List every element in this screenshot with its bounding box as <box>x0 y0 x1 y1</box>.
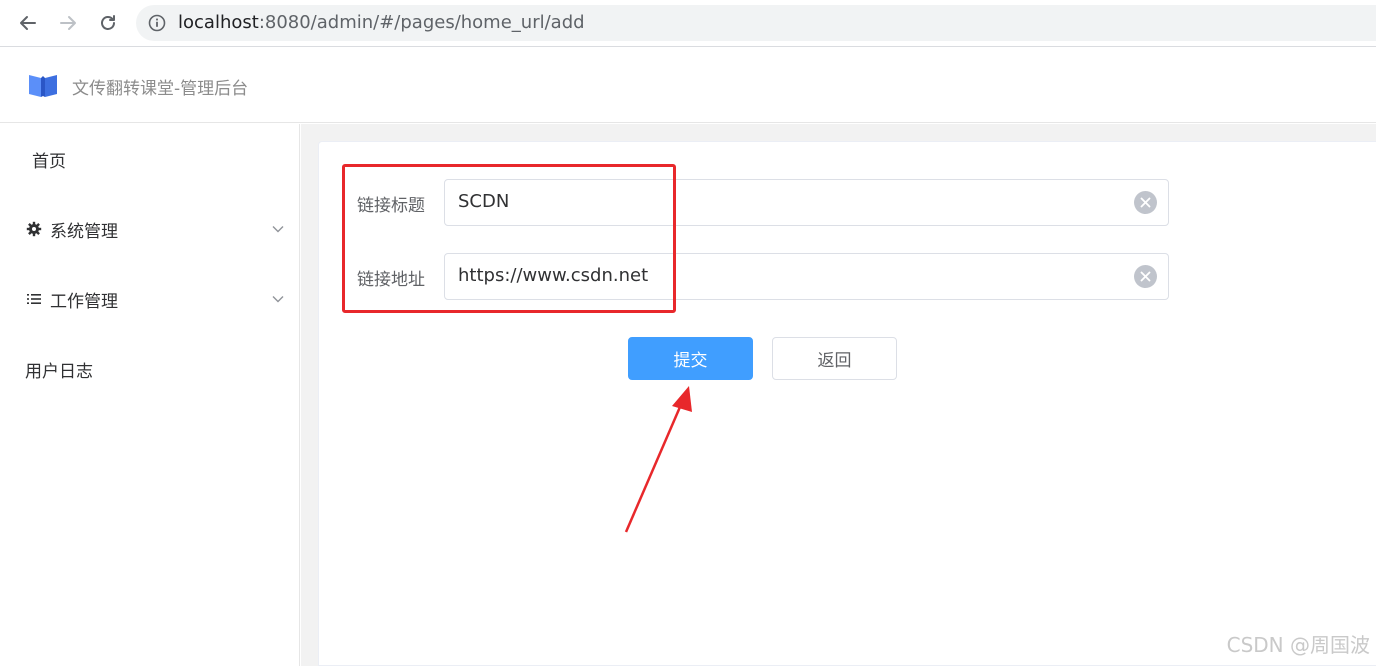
back-button[interactable]: 返回 <box>772 337 897 380</box>
info-icon[interactable] <box>148 14 166 32</box>
forward-arrow-icon[interactable] <box>53 8 83 38</box>
sidebar-item-label: 工作管理 <box>50 291 118 312</box>
url-host: localhost <box>178 12 259 33</box>
reload-icon[interactable] <box>93 8 123 38</box>
clear-icon[interactable] <box>1134 265 1157 288</box>
back-arrow-icon[interactable] <box>13 8 43 38</box>
chevron-down-icon <box>272 296 284 303</box>
gear-icon <box>26 221 42 237</box>
sidebar-item-user-log[interactable]: 用户日志 <box>0 341 299 397</box>
sidebar-item-label: 系统管理 <box>50 221 118 242</box>
watermark: CSDN @周国波 <box>1226 633 1370 657</box>
browser-toolbar: localhost:8080/admin/#/pages/home_url/ad… <box>0 0 1376 47</box>
sidebar-item-system[interactable]: 系统管理 <box>0 201 299 257</box>
sidebar-item-work[interactable]: 工作管理 <box>0 271 299 327</box>
app-header: 文传翻转课堂-管理后台 <box>0 48 1376 123</box>
sidebar-item-label: 首页 <box>32 151 66 172</box>
sidebar: 首页 系统管理 工作管理 用户日志 <box>0 124 300 666</box>
sidebar-item-label: 用户日志 <box>25 361 93 382</box>
annotation-highlight-box <box>342 164 676 313</box>
submit-button[interactable]: 提交 <box>628 337 753 380</box>
url-text: localhost:8080/admin/#/pages/home_url/ad… <box>178 12 585 34</box>
clear-icon[interactable] <box>1134 191 1157 214</box>
app-title: 文传翻转课堂-管理后台 <box>72 79 249 99</box>
url-path: :8080/admin/#/pages/home_url/add <box>258 12 585 33</box>
list-icon <box>26 291 42 307</box>
sidebar-item-home[interactable]: 首页 <box>0 131 299 187</box>
chevron-down-icon <box>272 226 284 233</box>
address-bar[interactable]: localhost:8080/admin/#/pages/home_url/ad… <box>136 5 1376 41</box>
book-logo-icon <box>29 75 57 97</box>
